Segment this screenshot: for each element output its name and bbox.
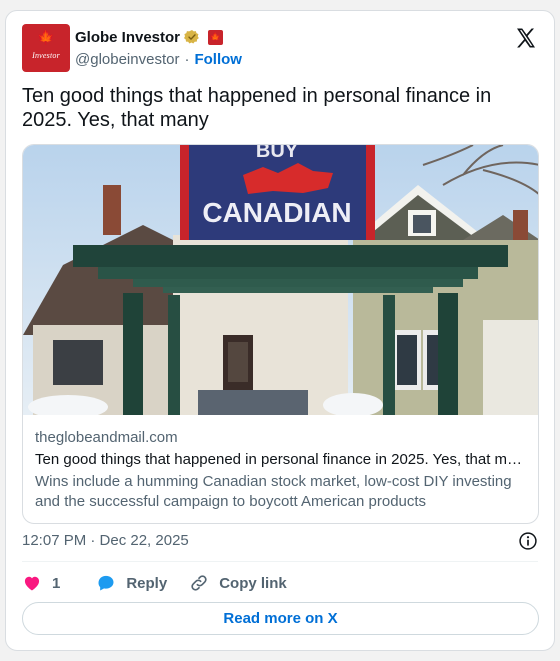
link-preview-image[interactable]: BUY CANADIAN [23, 145, 539, 415]
flag-text-bottom: CANADIAN [202, 197, 351, 228]
post-text: Ten good things that happened in persona… [22, 85, 492, 131]
read-more-button[interactable]: Read more on X [22, 602, 539, 635]
handle[interactable]: @globeinvestor [75, 51, 179, 68]
like-count: 1 [52, 574, 61, 592]
display-name[interactable]: Globe Investor [75, 29, 180, 46]
follow-button[interactable]: Follow [194, 51, 242, 68]
account-names: Globe Investor 🍁 @globeinvestor · Follow [75, 27, 242, 69]
divider [22, 561, 538, 562]
reply-label: Reply [126, 574, 168, 592]
link-icon [191, 575, 207, 591]
link-preview-card[interactable]: BUY CANADIAN theglobeandmail.com Ten goo… [22, 144, 539, 524]
action-bar: 1 Reply Copy link [22, 571, 309, 595]
copy-link-action[interactable]: Copy link [189, 573, 287, 593]
link-domain: theglobeandmail.com [35, 429, 178, 446]
maple-leaf-icon: 🍁 [37, 29, 55, 45]
flag-text-top: BUY [256, 145, 299, 162]
info-icon[interactable] [518, 531, 538, 551]
avatar-wordmark: Investor [32, 51, 60, 60]
embedded-post-card: 🍁 Investor Globe Investor 🍁 @globeinvest… [5, 10, 555, 651]
canada-flag-icon: 🍁 [208, 29, 224, 45]
heart-icon [24, 576, 40, 591]
verified-gold-icon [184, 30, 199, 44]
separator-dot: · [184, 50, 190, 68]
link-description: Wins include a humming Canadian stock ma… [35, 473, 512, 510]
link-preview-meta: theglobeandmail.com Ten good things that… [35, 428, 526, 512]
copy-link-label: Copy link [219, 574, 287, 592]
post-timestamp[interactable]: 12:07 PM · Dec 22, 2025 [22, 531, 189, 551]
link-title[interactable]: Ten good things that happened in persona… [35, 449, 526, 471]
post-header: 🍁 Investor Globe Investor 🍁 @globeinvest… [22, 24, 538, 72]
reply-action[interactable]: Reply [96, 573, 167, 593]
avatar[interactable]: 🍁 Investor [22, 24, 70, 72]
x-logo-icon[interactable] [514, 26, 538, 50]
like-action[interactable]: 1 [22, 573, 74, 593]
reply-icon [98, 575, 114, 591]
